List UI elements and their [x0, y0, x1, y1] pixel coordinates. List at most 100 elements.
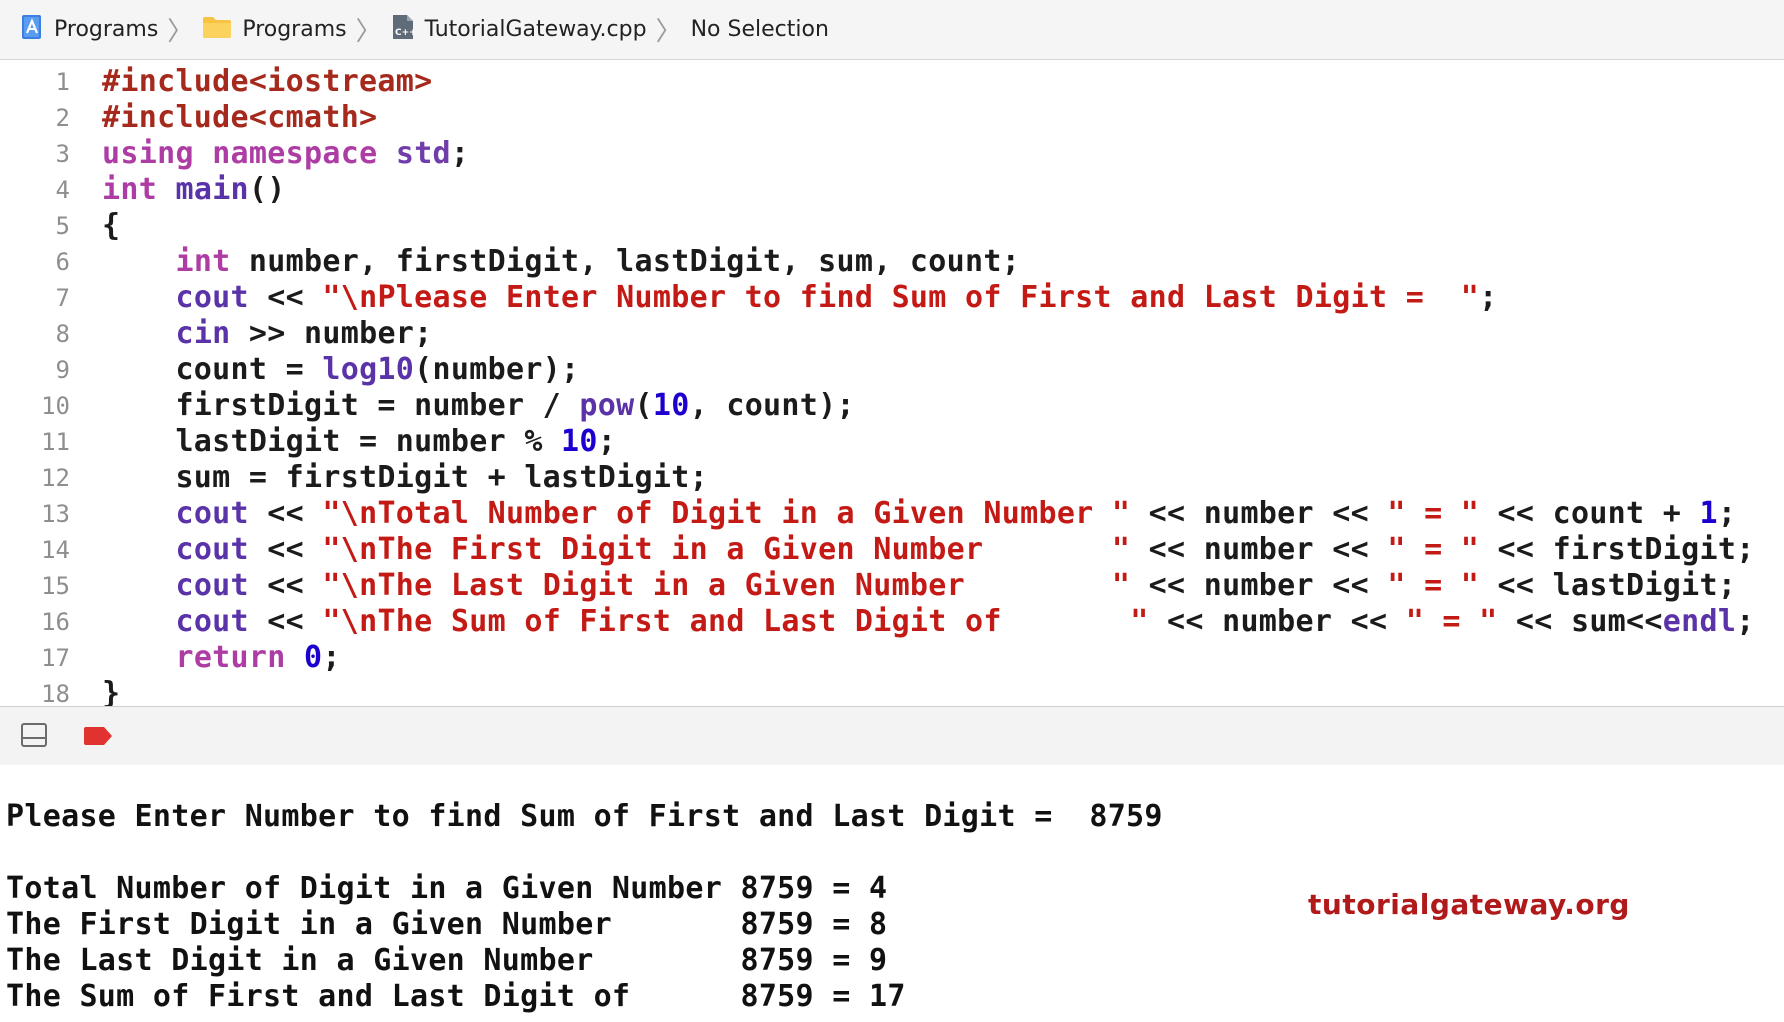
code-token: " = ": [1405, 604, 1498, 639]
line-number-gutter: 1 2 3 4 5 6 7 8 9 10 11 12 13 14 15 16 17 18: [0, 60, 80, 706]
code-token: "\nPlease Enter Number to find Sum of Fi…: [322, 280, 1480, 315]
line-number: 6: [55, 248, 70, 276]
code-token: " = ": [1387, 532, 1480, 567]
breadcrumb-item-selection[interactable]: No Selection: [691, 17, 829, 42]
code-token: << number <<: [1130, 568, 1388, 603]
line-number: 13: [41, 500, 70, 528]
line-number: 18: [41, 680, 70, 706]
code-token: << number <<: [1130, 532, 1388, 567]
code-token: "\nTotal Number of Digit in a Given Numb…: [322, 496, 1131, 531]
line-number: 8: [55, 320, 70, 348]
code-line[interactable]: cout << "\nThe Sum of First and Last Dig…: [102, 604, 1755, 640]
line-number: 1: [55, 68, 70, 96]
code-line[interactable]: cin >> number;: [102, 316, 433, 352]
code-token: , count);: [689, 388, 855, 423]
code-line[interactable]: {: [102, 208, 120, 244]
code-token: <<: [248, 604, 323, 639]
code-token: << lastDigit;: [1479, 568, 1737, 603]
console-line: The Sum of First and Last Digit of 8759 …: [6, 979, 906, 1014]
breadcrumb-item-folder[interactable]: Programs: [202, 15, 347, 45]
code-line[interactable]: sum = firstDigit + lastDigit;: [102, 460, 708, 496]
cpp-file-icon: C++: [391, 13, 416, 47]
console-line: The Last Digit in a Given Number 8759 = …: [6, 943, 888, 978]
code-token: 0: [304, 640, 323, 675]
code-token: "\nThe Sum of First and Last Digit of ": [322, 604, 1149, 639]
code-token: lastDigit = number %: [102, 424, 562, 459]
code-token: log10: [322, 352, 415, 387]
line-number: 15: [41, 572, 70, 600]
code-token: ;: [450, 136, 470, 171]
code-token: endl: [1662, 604, 1737, 639]
code-line[interactable]: int main(): [102, 172, 286, 208]
console-line: Please Enter Number to find Sum of First…: [6, 799, 1163, 834]
code-line[interactable]: cout << "\nTotal Number of Digit in a Gi…: [102, 496, 1736, 532]
line-number: 16: [41, 608, 70, 636]
code-token: "\nThe Last Digit in a Given Number ": [322, 568, 1131, 603]
line-number: 11: [41, 428, 70, 456]
code-token: (: [634, 388, 653, 423]
breadcrumb-item-file[interactable]: C++ TutorialGateway.cpp: [391, 13, 647, 47]
line-number: 17: [41, 644, 70, 672]
code-line[interactable]: int number, firstDigit, lastDigit, sum, …: [102, 244, 1020, 280]
code-token: 10: [561, 424, 598, 459]
code-token: int: [102, 172, 158, 207]
code-token: return: [175, 640, 286, 675]
code-line[interactable]: cout << "\nThe First Digit in a Given Nu…: [102, 532, 1755, 568]
code-line[interactable]: using namespace std;: [102, 136, 469, 172]
svg-text:C++: C++: [395, 28, 415, 38]
code-token: "\nThe First Digit in a Given Number ": [322, 532, 1131, 567]
line-number: 5: [55, 212, 70, 240]
code-token: ;: [1736, 604, 1755, 639]
breadcrumb-label: No Selection: [690, 17, 829, 42]
code-line[interactable]: return 0;: [102, 640, 341, 676]
code-token: " = ": [1387, 496, 1480, 531]
code-token: cout: [175, 280, 249, 315]
code-token: << number <<: [1148, 604, 1406, 639]
breadcrumb-label: Programs: [242, 17, 347, 42]
code-line[interactable]: lastDigit = number % 10;: [102, 424, 616, 460]
line-number: 10: [41, 392, 70, 420]
code-token: using: [102, 136, 194, 171]
code-line[interactable]: #include<iostream>: [102, 64, 433, 100]
line-number: 14: [41, 536, 70, 564]
breadcrumb-separator: 〉: [655, 17, 682, 47]
code-token: ;: [322, 640, 341, 675]
code-token: (number);: [414, 352, 580, 387]
panel-toggle-icon[interactable]: [20, 722, 48, 753]
code-line[interactable]: }: [102, 676, 120, 706]
code-line[interactable]: count = log10(number);: [102, 352, 579, 388]
code-token: >> number;: [230, 316, 433, 351]
code-token: count =: [102, 352, 323, 387]
code-token: sum = firstDigit + lastDigit;: [102, 460, 708, 495]
code-line[interactable]: #include<cmath>: [102, 100, 377, 136]
code-token: main: [175, 172, 249, 207]
breadcrumb-item-project[interactable]: Programs: [20, 13, 158, 47]
line-number: 12: [41, 464, 70, 492]
breakpoint-icon[interactable]: [82, 726, 114, 751]
code-token: ;: [1479, 280, 1498, 315]
code-token: cout: [175, 496, 249, 531]
breadcrumb-label: TutorialGateway.cpp: [424, 17, 647, 42]
code-token: ;: [1717, 496, 1737, 531]
code-token: number, firstDigit, lastDigit, sum, coun…: [230, 244, 1021, 279]
breadcrumb-separator: 〉: [167, 17, 194, 47]
code-line[interactable]: firstDigit = number / pow(10, count);: [102, 388, 855, 424]
code-token: }: [102, 676, 121, 706]
code-token: " = ": [1387, 568, 1480, 603]
code-line[interactable]: cout << "\nPlease Enter Number to find S…: [102, 280, 1498, 316]
code-token: << sum<<: [1497, 604, 1663, 639]
code-editor[interactable]: 1 2 3 4 5 6 7 8 9 10 11 12 13 14 15 16 17 18 #include<ios…: [0, 60, 1784, 706]
code-line[interactable]: cout << "\nThe Last Digit in a Given Num…: [102, 568, 1736, 604]
